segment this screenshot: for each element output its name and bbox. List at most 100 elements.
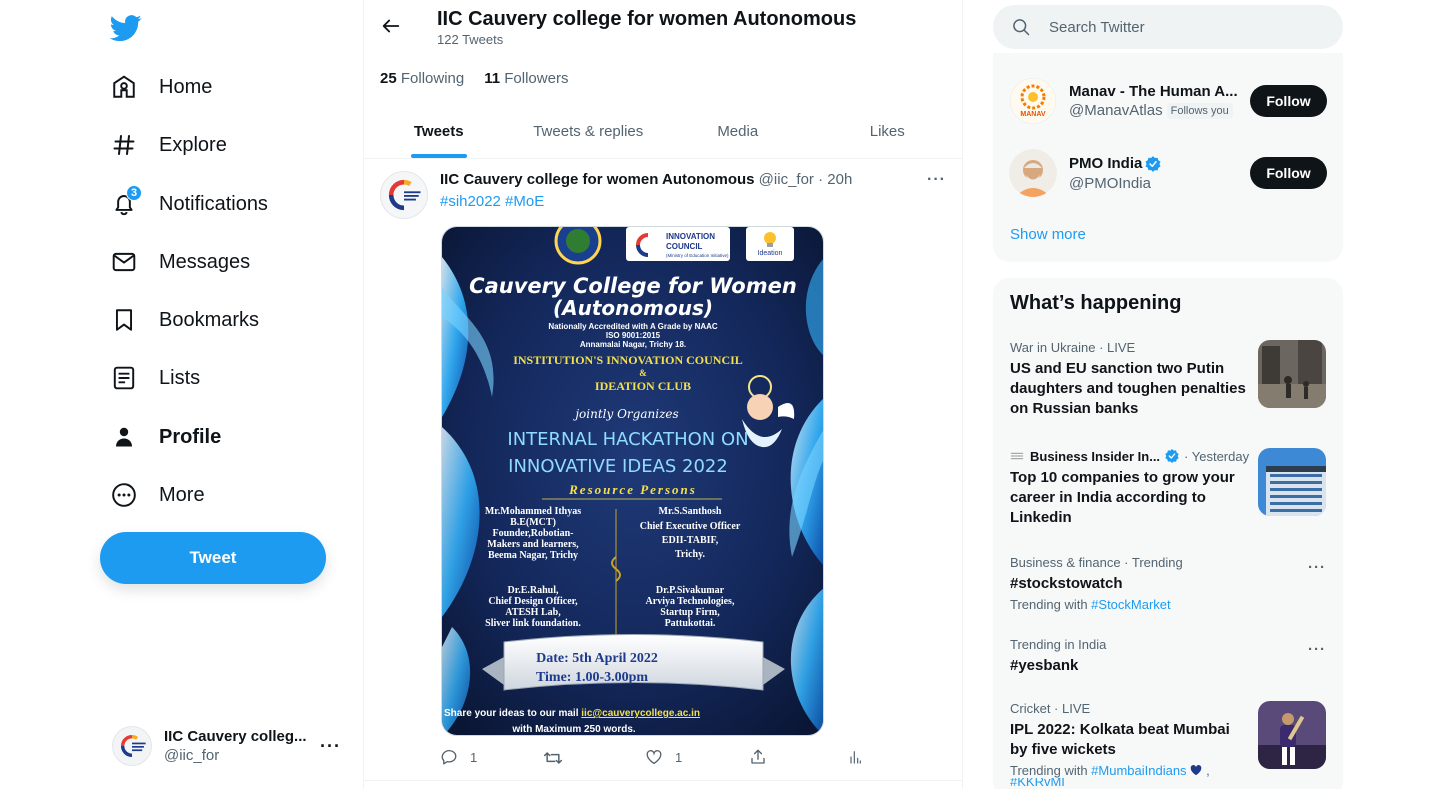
poster-person-text: B.E(MCT) [510,517,556,528]
poster-text: IDEATION CLUB [595,379,691,393]
trend-item[interactable]: Business & finance · Trending #stockstow… [1010,555,1326,612]
more-circle-icon [110,481,138,509]
poster-email: iic@cauverycollege.ac.in [581,708,700,719]
tweet-count: 122 Tweets [437,32,504,47]
trend-item[interactable]: Business Insider In... · Yesterday Top 1… [1010,448,1326,528]
tweet-author-name[interactable]: IIC Cauvery college for women Autonomous [440,171,755,188]
tweet-button[interactable]: Tweet [100,532,326,584]
analytics-icon [850,751,861,764]
share-button[interactable] [749,748,767,766]
poster-person-text: Beema Nagar, Trichy [488,550,578,561]
trend-title: Top 10 companies to grow your career in … [1010,469,1235,526]
poster-text: INSTITUTION'S INNOVATION COUNCIL [513,353,743,367]
who-name[interactable]: PMO India [1069,155,1244,173]
heart-icon [646,750,662,765]
trend-related-link[interactable]: #StockMarket [1091,597,1170,612]
verified-badge-icon [1145,155,1161,172]
reply-icon [441,749,457,765]
poster-event-title: INTERNAL HACKATHON ON [507,429,748,450]
who-to-follow-item[interactable]: PMO India @PMOIndia Follow [1009,145,1327,201]
trend-thumbnail [1258,448,1326,516]
tab-tweets[interactable]: Tweets [364,104,514,158]
tweet[interactable]: IIC Cauvery college for women Autonomous… [364,159,962,781]
reply-button[interactable]: 1 [440,748,477,766]
who-to-follow-item[interactable]: MANAV Manav - The Human A... @ManavAtlas… [1009,73,1327,129]
ellipsis-icon[interactable]: ··· [1308,641,1326,658]
verified-badge-icon [1165,449,1179,463]
back-arrow-icon[interactable] [380,15,404,39]
avatar[interactable] [1009,149,1057,197]
show-more-link[interactable]: Show more [1010,226,1086,243]
like-button[interactable]: 1 [645,748,682,766]
followers-link[interactable]: 11 Followers [484,70,568,87]
nav-label: Notifications [159,192,268,215]
home-icon [110,73,138,101]
poster-time: Time: 1.00-3.00pm [536,670,648,685]
follow-button[interactable]: Follow [1250,85,1327,117]
ellipsis-icon[interactable]: ··· [1308,559,1326,576]
follow-button[interactable]: Follow [1250,157,1327,189]
trend-meta: Trending in India [1010,637,1107,652]
tab-likes[interactable]: Likes [813,104,963,158]
tweet-actions: 1 1 [440,748,863,770]
nav-item-home[interactable]: Home [110,67,212,107]
tweet-image[interactable]: INNOVATION COUNCIL (Ministry of Educatio… [441,226,824,736]
nav-item-more[interactable]: More [110,475,205,515]
trend-related-prefix: Trending with [1010,597,1092,612]
follows-you-badge: Follows you [1166,102,1233,119]
trend-item[interactable]: Trending in India #yesbank ··· [1010,637,1326,676]
nav-item-messages[interactable]: Messages [110,242,250,282]
tweet-hashtags[interactable]: #sih2022 #MoE [440,193,544,210]
twitter-logo-icon[interactable] [109,12,142,44]
profile-tabs: Tweets Tweets & replies Media Likes [364,104,962,159]
followers-label: Followers [504,70,569,87]
poster-person-text: Sliver link foundation. [485,618,581,629]
ellipsis-icon[interactable]: ··· [927,171,946,189]
analytics-button[interactable] [847,748,863,766]
ellipsis-icon[interactable]: ··· [320,736,341,757]
poster-ideation-text: Ideation [758,250,783,257]
trend-item[interactable]: Cricket · LIVE IPL 2022: Kolkata beat Mu… [1010,701,1326,786]
nav-item-notifications[interactable]: 3 Notifications [110,184,268,224]
poster-event-title: INNOVATIVE IDEAS 2022 [508,456,728,477]
following-label: Following [400,70,465,87]
nav-label: Messages [159,250,251,273]
page-title: IIC Cauvery college for women Autonomous [437,8,857,30]
trend-related-link[interactable]: #KKRvMI [1010,778,1065,786]
trend-item[interactable]: War in Ukraine · LIVE US and EU sanction… [1010,340,1326,419]
nav-item-explore[interactable]: Explore [110,125,227,165]
following-count: 25 [380,70,397,87]
nav-label: Explore [159,133,227,156]
trend-related-link[interactable]: #MumbaiIndians [1091,763,1186,778]
avatar[interactable]: MANAV [1009,77,1057,125]
follow-counts: 25 Following 11 Followers [380,70,568,87]
account-switcher[interactable]: IIC Cauvery colleg... @iic_for ··· [112,722,352,770]
poster-logo-text: INNOVATION [666,232,715,241]
trend-title: #yesbank [1010,657,1079,674]
poster-person-text: Chief Design Officer, [488,596,578,607]
retweet-button[interactable] [543,748,563,768]
tweet-timestamp[interactable]: · 20h [818,171,852,188]
who-to-follow-panel: MANAV Manav - The Human A... @ManavAtlas… [993,53,1343,262]
tab-tweets-replies[interactable]: Tweets & replies [514,104,664,158]
avatar[interactable] [380,171,428,219]
search-input[interactable] [1049,18,1309,36]
who-name[interactable]: Manav - The Human A... [1069,83,1244,100]
bell-icon: 3 [110,185,142,218]
nav-label: Home [159,75,213,98]
nav-label: More [159,483,205,506]
tweet-author-handle[interactable]: @iic_for [759,171,814,188]
nav-item-bookmarks[interactable]: Bookmarks [110,300,259,340]
search-bar[interactable] [993,5,1343,49]
following-link[interactable]: 25 Following [380,70,464,87]
trend-related-suffix: , [1202,763,1210,778]
hashtag-icon [110,131,138,159]
trend-title: #stockstowatch [1010,575,1123,592]
nav-item-profile[interactable]: Profile [110,417,221,457]
main-column: IIC Cauvery college for women Autonomous… [363,0,963,789]
poster-person-text: ATESH Lab, [505,607,561,618]
tab-media[interactable]: Media [663,104,813,158]
poster-person-text: Startup Firm, [660,607,720,618]
nav-item-lists[interactable]: Lists [110,358,200,398]
publisher-logo-icon [1010,452,1024,460]
